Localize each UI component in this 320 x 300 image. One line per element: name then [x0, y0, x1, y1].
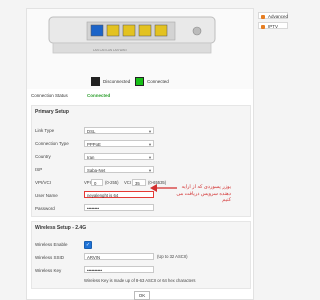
link-type-select[interactable]: DSL [84, 127, 154, 135]
wireless-setup-title: Wireless Setup - 2.4G [35, 225, 87, 231]
vci-label: VCI [124, 180, 131, 185]
router-port-1 [90, 24, 104, 37]
country-label: Country [35, 154, 51, 159]
main-panel: LAN LAN LAN LAN WAN Disconnected Connect… [26, 8, 254, 300]
wireless-ssid-hint: (Up to 32 ASCII) [157, 254, 188, 259]
vpi-range: (0-255) [105, 180, 119, 185]
legend-disconnected: Disconnected [91, 77, 130, 86]
connection-status-value: Connected [87, 93, 111, 98]
primary-setup-title: Primary Setup [35, 109, 69, 115]
annotation-note: یوزر پسوردی که از ارایه دهنده سرویس دریا… [176, 184, 231, 203]
connection-type-label: Connection Type [35, 141, 69, 146]
legend-connected-label: Connected [147, 79, 169, 84]
legend-disconnected-label: Disconnected [103, 79, 131, 84]
username-label: User Name [35, 193, 58, 198]
wireless-setup-section: Wireless Setup - 2.4G Wireless Enable ✓ … [31, 221, 251, 289]
advanced-icon [261, 14, 265, 19]
ok-button[interactable]: OK [134, 291, 150, 300]
tab-iptv[interactable]: IPTV [258, 22, 288, 29]
router-port-2 [106, 24, 120, 37]
wireless-ssid-label: Wireless SSID [35, 255, 65, 260]
legend-connected: Connected [135, 77, 169, 86]
wireless-key-input[interactable]: •••••••••• [84, 266, 154, 273]
vpivci-label: VPI/VCI [35, 180, 52, 185]
tab-advanced-label: Advanced [268, 14, 289, 19]
country-select[interactable]: Iran [84, 153, 154, 161]
router-port-5 [154, 24, 168, 37]
wireless-enable-checkbox[interactable]: ✓ [84, 241, 92, 249]
annotation-arrow-icon [150, 184, 177, 192]
router-diagram: LAN LAN LAN LAN WAN Disconnected Connect… [27, 9, 253, 89]
connection-type-select[interactable]: PPPoE [84, 140, 154, 148]
wireless-key-hint: Wireless Key is made up of 8-63 ASCII or… [84, 278, 196, 283]
vci-input[interactable]: 35 [132, 179, 146, 186]
link-type-label: Link Type [35, 128, 55, 133]
router-back-panel-illustration: LAN LAN LAN LAN WAN [48, 16, 216, 54]
connection-status-row: Connection Status Connected [31, 93, 249, 98]
tab-iptv-label: IPTV [268, 24, 279, 29]
disconnected-swatch [91, 77, 100, 86]
vpi-input[interactable]: 0 [91, 179, 103, 186]
wireless-enable-label: Wireless Enable [35, 242, 68, 247]
svg-text:LAN LAN LAN LAN WAN: LAN LAN LAN LAN WAN [93, 48, 127, 52]
username-input[interactable]: neyalenght is 64 [84, 191, 154, 198]
password-label: Password [35, 206, 55, 211]
wireless-key-label: Wireless Key [35, 268, 62, 273]
router-port-4 [138, 24, 152, 37]
isp-select[interactable]: Saba-Net [84, 166, 154, 174]
isp-label: ISP [35, 167, 43, 172]
connected-swatch [135, 77, 144, 86]
connection-status-label: Connection Status [31, 93, 68, 98]
vpi-label: VPI [84, 180, 91, 185]
tab-advanced[interactable]: Advanced [258, 12, 288, 19]
wireless-ssid-input[interactable]: ARVIN [84, 253, 154, 260]
router-port-3 [122, 24, 136, 37]
iptv-icon [261, 24, 265, 29]
password-input[interactable]: •••••••• [84, 204, 154, 211]
